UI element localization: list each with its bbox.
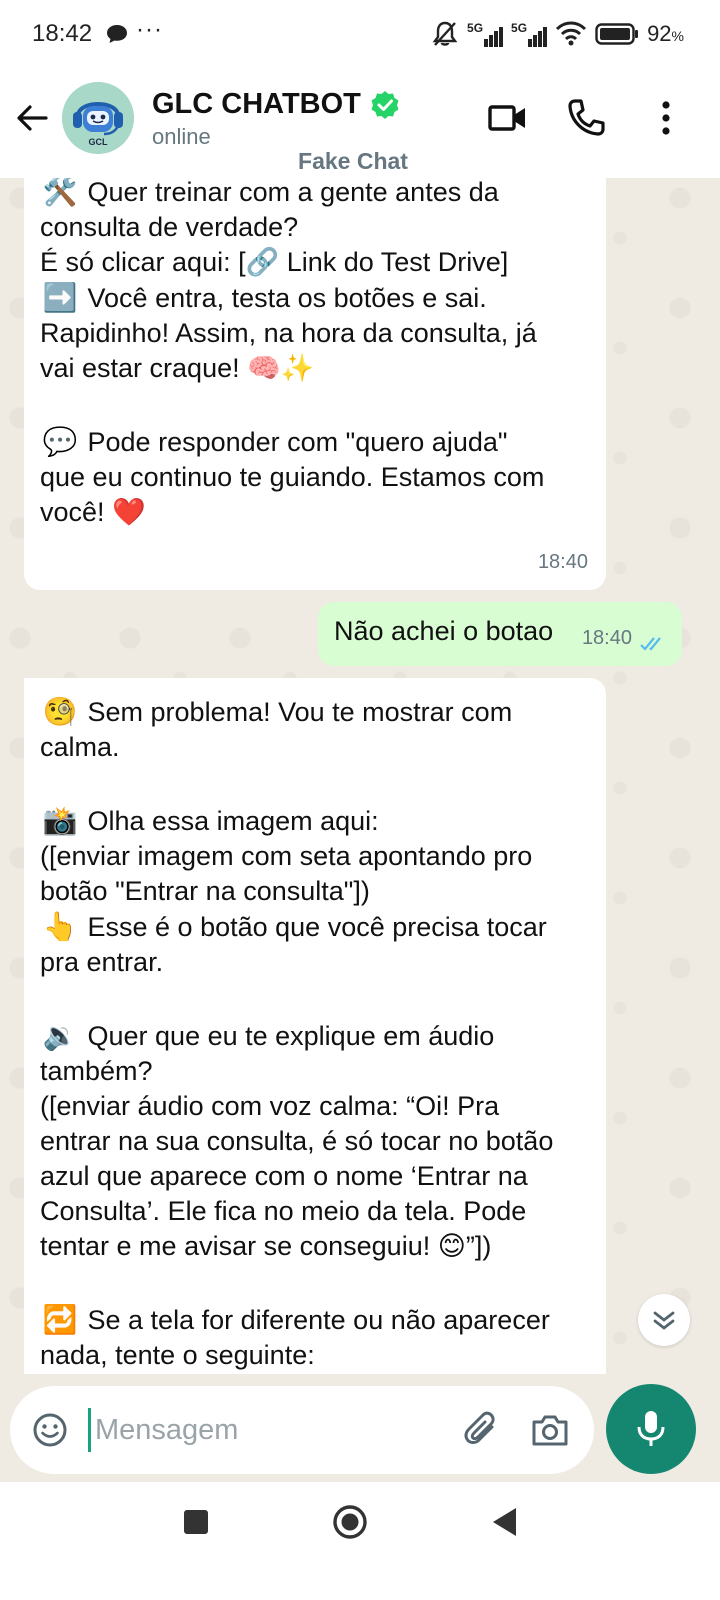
- back-arrow-icon[interactable]: [14, 100, 50, 136]
- battery-icon: [595, 23, 639, 45]
- pointing-up-icon: 👆: [42, 911, 78, 942]
- microphone-icon: [637, 1411, 665, 1446]
- message-line: ➡️ Você entra, testa os botões e sai.: [40, 280, 586, 316]
- message-time: 18:40: [537, 551, 588, 573]
- incoming-message[interactable]: 🛠️ Quer treinar com a gente antes da con…: [24, 178, 606, 590]
- battery-level: 92%: [647, 21, 684, 46]
- message-line: você! ❤️: [40, 497, 146, 527]
- message-line: 🛠️ Quer treinar com a gente antes da: [40, 178, 586, 210]
- monocle-face-icon: 🧐: [42, 696, 78, 727]
- tools-icon: 🛠️: [42, 178, 78, 207]
- double-chevron-down-icon: [653, 1311, 675, 1330]
- message-line: pra entrar.: [40, 947, 164, 977]
- message-line: tentar e me avisar se conseguiu! 😊”]): [40, 1231, 492, 1261]
- camera-flash-icon: 📸: [42, 805, 78, 836]
- system-navigation-bar: [0, 1482, 720, 1600]
- message-line: consulta de verdade?: [40, 212, 299, 242]
- message-line: 🔉 Quer que eu te explique em áudio: [40, 1018, 586, 1054]
- message-input[interactable]: [88, 1408, 448, 1452]
- chat-notification-icon: [107, 25, 127, 43]
- message-line: que eu continuo te guiando. Estamos com: [40, 462, 545, 492]
- avatar-label: GCL: [89, 137, 109, 147]
- message-line: azul que aparece com o nome ‘Entrar na: [40, 1161, 528, 1191]
- scroll-to-bottom-button[interactable]: [638, 1294, 690, 1346]
- outgoing-message[interactable]: Não achei o botao 18:40: [318, 602, 682, 666]
- status-time: 18:42: [32, 20, 93, 47]
- emoji-icon[interactable]: [32, 1412, 68, 1448]
- message-line: entrar na sua consulta, é só tocar no bo…: [40, 1126, 554, 1156]
- wifi-icon: [556, 21, 587, 46]
- message-line: também?: [40, 1056, 153, 1086]
- voice-message-button[interactable]: [606, 1384, 696, 1474]
- message-line: ([enviar áudio com voz calma: “Oi! Pra: [40, 1091, 500, 1121]
- more-options-icon[interactable]: [654, 98, 678, 138]
- message-line: calma.: [40, 732, 120, 762]
- message-line: vai estar craque! 🧠✨: [40, 353, 315, 383]
- status-icons: 5G 5G 92%: [431, 18, 684, 50]
- chat-area[interactable]: 🛠️ Quer treinar com a gente antes da con…: [0, 178, 720, 1374]
- message-line: ([enviar imagem com seta apontando pro: [40, 841, 533, 871]
- chat-header: GCL GLC CHATBOT online Fake Chat: [0, 72, 720, 178]
- message-line: É só clicar aqui: [🔗 Link do Test Drive]: [40, 247, 509, 277]
- message-line: 🧐 Sem problema! Vou te mostrar com: [40, 694, 586, 730]
- message-time: 18:40: [581, 627, 632, 649]
- message-line: 🔁 Se a tela for diferente ou não aparece…: [40, 1302, 586, 1338]
- home-icon[interactable]: [332, 1504, 368, 1540]
- read-ticks-icon: [640, 637, 661, 651]
- video-call-icon[interactable]: [488, 98, 528, 138]
- recent-apps-icon[interactable]: [182, 1508, 210, 1536]
- robot-headset-icon: GCL: [62, 82, 134, 154]
- composer-bar: [0, 1374, 720, 1482]
- signal-1-icon: 5G: [467, 21, 504, 47]
- message-text: Não achei o botao: [334, 616, 554, 646]
- fake-chat-label: Fake Chat: [298, 148, 408, 174]
- verified-badge-icon: [371, 91, 399, 119]
- back-nav-icon[interactable]: [490, 1506, 520, 1538]
- speaker-icon: 🔉: [42, 1020, 78, 1051]
- status-bar: 18:42 ··· 5G 5G 92%: [0, 0, 720, 72]
- contact-status: online: [152, 124, 211, 149]
- message-line: nada, tente o seguinte:: [40, 1340, 315, 1370]
- message-line: 💬 Pode responder com "quero ajuda": [40, 424, 586, 460]
- right-arrow-icon: ➡️: [42, 282, 78, 313]
- message-line: botão "Entrar na consulta"]): [40, 876, 370, 906]
- message-line: 📸 Olha essa imagem aqui:: [40, 803, 586, 839]
- silent-bell-icon: [432, 21, 458, 46]
- message-line: 👆 Esse é o botão que você precisa tocar: [40, 909, 586, 945]
- attach-icon[interactable]: [462, 1410, 502, 1450]
- message-composer: [10, 1386, 594, 1474]
- incoming-message[interactable]: 🧐 Sem problema! Vou te mostrar com calma…: [24, 678, 606, 1374]
- message-line: Consulta’. Ele fica no meio da tela. Pod…: [40, 1196, 527, 1226]
- message-line: Rapidinho! Assim, na hora da consulta, j…: [40, 318, 537, 348]
- phone-call-icon[interactable]: [566, 98, 606, 138]
- avatar[interactable]: GCL: [62, 82, 134, 154]
- signal-2-icon: 5G: [511, 21, 548, 47]
- contact-name[interactable]: GLC CHATBOT: [152, 88, 361, 121]
- more-notifications-icon: ···: [136, 16, 163, 43]
- repeat-icon: 🔁: [42, 1304, 78, 1335]
- camera-icon[interactable]: [530, 1410, 570, 1450]
- speech-bubble-icon: 💬: [42, 426, 78, 457]
